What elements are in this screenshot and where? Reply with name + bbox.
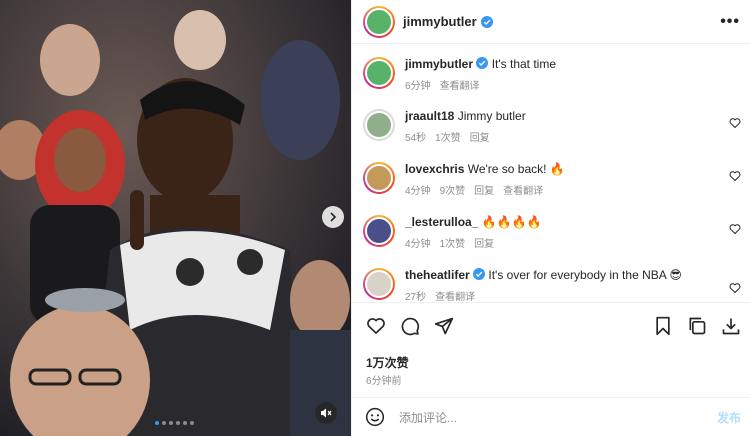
reply-button[interactable]: 回复 (470, 129, 490, 144)
verified-badge-icon (473, 268, 486, 280)
comment-likes[interactable]: 1次赞 (435, 129, 461, 144)
comment-username[interactable]: lovexchris (405, 162, 464, 176)
author-username[interactable]: jimmybutler (403, 14, 477, 29)
comment-like-heart-icon[interactable] (729, 282, 741, 294)
author-avatar[interactable] (363, 5, 395, 38)
carousel-dot (155, 421, 159, 425)
see-translation-link[interactable]: 查看翻译 (503, 182, 543, 197)
carousel-indicator (155, 421, 194, 425)
download-icon[interactable] (721, 316, 741, 336)
comments-list[interactable]: jimmybutler It's that time 6分钟 查看翻译 jraa… (352, 45, 750, 302)
comment-likes[interactable]: 9次赞 (440, 182, 466, 197)
comment-row: theheatlifer It's over for everybody in … (363, 268, 741, 302)
commenter-avatar[interactable] (363, 215, 395, 247)
comment-time: 4分钟 (405, 239, 431, 250)
comment-like-heart-icon[interactable] (729, 170, 741, 182)
more-options-button[interactable]: ••• (720, 13, 740, 31)
see-translation-link[interactable]: 查看翻译 (435, 288, 475, 302)
speaker-muted-icon (321, 408, 332, 418)
post-comment-button[interactable]: 发布 (717, 409, 741, 426)
like-count[interactable]: 1万次赞 (366, 354, 409, 371)
comment-input[interactable]: 添加评论... (399, 409, 717, 426)
carousel-dot (169, 421, 173, 425)
author-avatar[interactable] (363, 57, 395, 89)
reply-button[interactable]: 回复 (474, 235, 494, 250)
see-translation-link[interactable]: 查看翻译 (440, 77, 480, 92)
chevron-right-icon (330, 212, 337, 222)
comment-likes[interactable]: 1次赞 (440, 235, 466, 250)
caption-row: jimmybutler It's that time 6分钟 查看翻译 (363, 57, 741, 92)
send-icon[interactable] (434, 316, 454, 336)
carousel-dot (190, 421, 194, 425)
comment-text: We're so back! 🔥 (467, 162, 565, 176)
bookmark-icon[interactable] (653, 316, 673, 336)
post-timestamp: 6分钟前 (366, 376, 402, 387)
comment-username[interactable]: theheatlifer (405, 268, 470, 282)
carousel-next-button[interactable] (322, 206, 344, 228)
comment-row: jraault18 Jimmy butler 54秒 1次赞 回复 (363, 109, 741, 144)
copy-icon[interactable] (687, 316, 707, 336)
commenter-avatar[interactable] (363, 162, 395, 194)
verified-badge-icon (476, 57, 489, 69)
caption-username[interactable]: jimmybutler (405, 57, 473, 71)
comment-text: 🔥🔥🔥🔥 (481, 215, 542, 229)
comment-text: Jimmy butler (457, 109, 526, 123)
carousel-dot (176, 421, 180, 425)
photo-scene (0, 0, 351, 436)
post-action-bar (352, 302, 750, 348)
carousel-dot (183, 421, 187, 425)
smiley-icon[interactable] (365, 407, 385, 427)
comment-text: It's over for everybody in the NBA 😎 (488, 268, 682, 282)
comment-time: 54秒 (405, 133, 427, 144)
post-header: jimmybutler ••• (352, 0, 750, 44)
heart-icon[interactable] (366, 316, 386, 336)
carousel-dot (162, 421, 166, 425)
comment-icon[interactable] (400, 316, 420, 336)
instagram-post-view: jimmybutler ••• jimmybutler It's that ti… (0, 0, 750, 436)
comment-composer: 添加评论... 发布 (352, 397, 750, 436)
comment-row: _lesterulloa_ 🔥🔥🔥🔥 4分钟 1次赞 回复 (363, 215, 741, 250)
caption-text: It's that time (491, 57, 557, 71)
comment-username[interactable]: jraault18 (405, 109, 454, 123)
caption-time: 6分钟 (405, 81, 431, 92)
comment-time: 27秒 (405, 292, 427, 302)
post-photo[interactable] (0, 0, 351, 436)
comment-like-heart-icon[interactable] (729, 117, 741, 129)
comment-like-heart-icon[interactable] (729, 223, 741, 235)
verified-badge-icon (480, 15, 493, 28)
commenter-avatar[interactable] (363, 109, 395, 141)
comment-username[interactable]: _lesterulloa_ (405, 215, 478, 229)
mute-toggle-button[interactable] (315, 402, 337, 424)
post-details-panel: jimmybutler ••• jimmybutler It's that ti… (351, 0, 750, 436)
commenter-avatar[interactable] (363, 268, 395, 300)
comment-row: lovexchris We're so back! 🔥 4分钟 9次赞 回复 查… (363, 162, 741, 197)
comment-time: 4分钟 (405, 186, 431, 197)
reply-button[interactable]: 回复 (474, 182, 494, 197)
